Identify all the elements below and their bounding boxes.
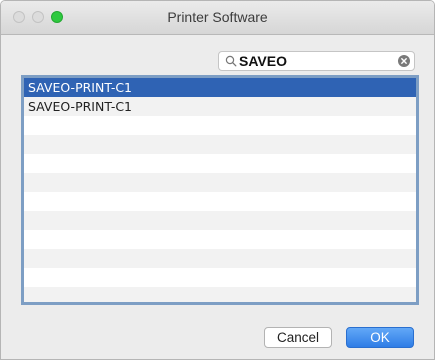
window-title: Printer Software: [167, 9, 268, 25]
empty-list-row: [24, 192, 416, 211]
list-item[interactable]: SAVEO-PRINT-C1: [24, 97, 416, 116]
title-bar: Printer Software: [1, 1, 434, 35]
clear-search-icon[interactable]: [398, 55, 410, 67]
empty-list-row: [24, 211, 416, 230]
search-input[interactable]: [239, 52, 389, 70]
empty-list-row: [24, 230, 416, 249]
empty-list-row: [24, 173, 416, 192]
empty-list-row: [24, 154, 416, 173]
empty-list-row: [24, 268, 416, 287]
printer-list[interactable]: SAVEO-PRINT-C1 SAVEO-PRINT-C1: [21, 75, 419, 305]
search-field[interactable]: [218, 51, 415, 71]
search-icon: [225, 55, 237, 67]
empty-list-row: [24, 135, 416, 154]
printer-software-window: Printer Software SAVEO-PRINT-C1 SAVEO-PR…: [0, 0, 435, 360]
empty-list-row: [24, 287, 416, 302]
ok-button[interactable]: OK: [346, 327, 414, 348]
empty-list-row: [24, 249, 416, 268]
cancel-button[interactable]: Cancel: [264, 327, 332, 348]
list-item-selected[interactable]: SAVEO-PRINT-C1: [24, 78, 416, 97]
empty-list-row: [24, 116, 416, 135]
